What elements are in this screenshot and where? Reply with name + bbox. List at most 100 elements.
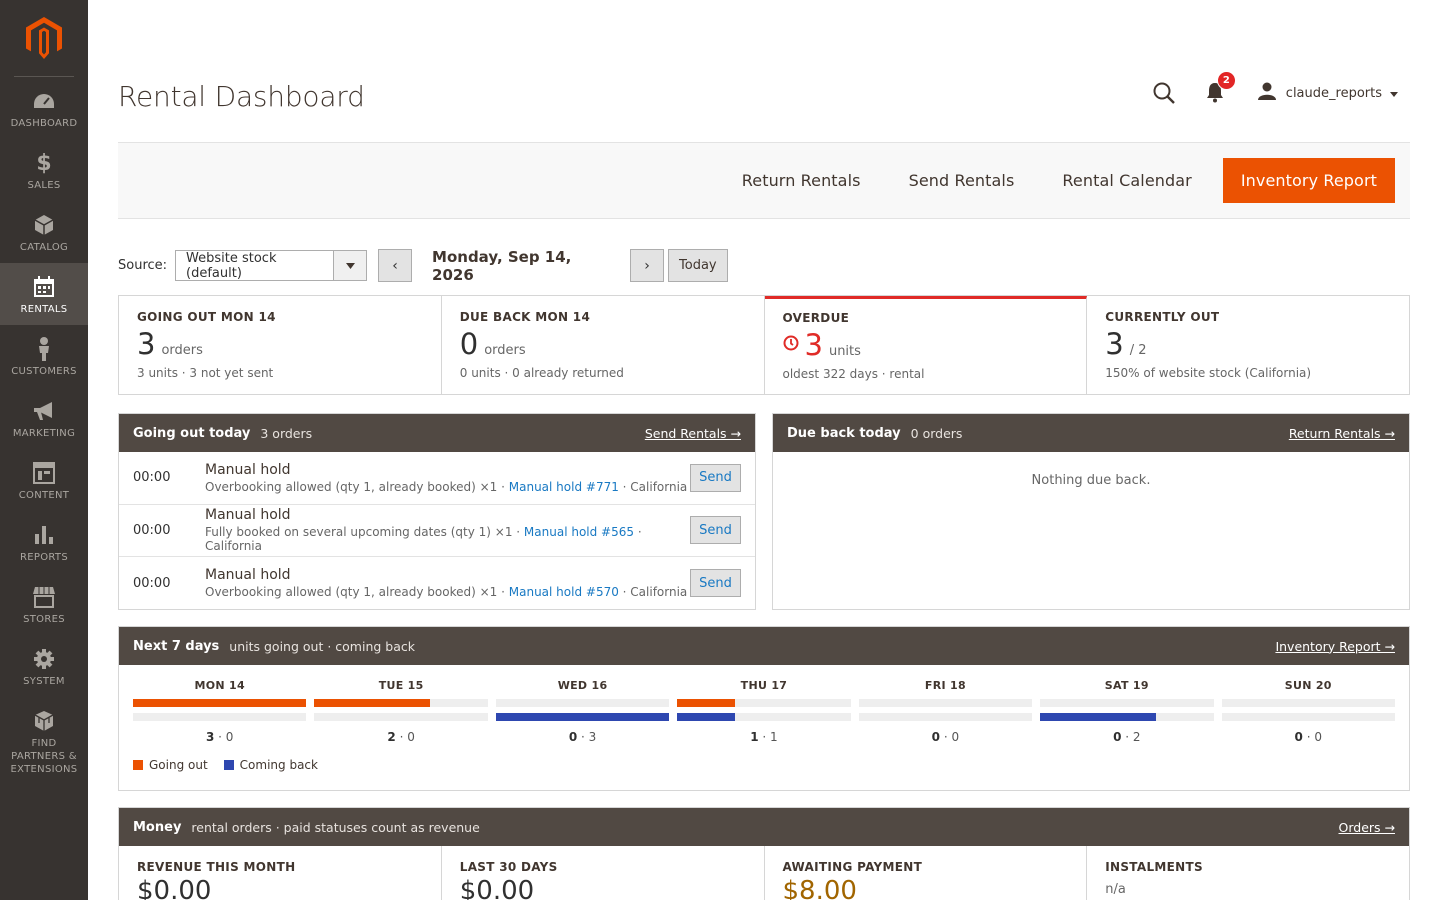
source-label: Source: <box>118 258 168 273</box>
day-label: MON 14 <box>194 679 245 692</box>
current-date: Monday, Sep 14, 2026 <box>432 247 572 284</box>
day-label: THU 17 <box>740 679 788 692</box>
magento-logo[interactable] <box>0 0 88 76</box>
sidebar-item-label: REPORTS <box>20 552 68 563</box>
stat-value: $8.00 <box>782 876 857 900</box>
stat-label: OVERDUE <box>782 311 850 325</box>
stat-overdue: OVERDUE 3 units oldest 322 days · rental <box>764 296 1088 394</box>
stat-number: 0 <box>459 327 479 361</box>
list-item: 00:00 Manual hold Overbooking allowed (q… <box>119 557 755 610</box>
panel-title: Going out today <box>133 425 251 441</box>
return-rentals-link[interactable]: Return Rentals → <box>1289 426 1395 441</box>
sidebar-item-marketing[interactable]: MARKETING <box>0 387 88 449</box>
day-column: SUN 20 0 · 0 <box>1221 679 1395 744</box>
coming-back-fill <box>495 713 670 721</box>
stat-number: 3 <box>1105 327 1124 361</box>
sidebar-item-dashboard[interactable]: DASHBOARD <box>0 77 88 139</box>
bell-icon <box>1206 83 1224 107</box>
going-out-bar <box>133 699 307 707</box>
legend-label: Coming back <box>239 758 318 772</box>
row-title: Manual hold <box>205 461 291 478</box>
sidebar-item-reports[interactable]: REPORTS <box>0 511 88 573</box>
stat-number: 3 <box>804 328 823 362</box>
sidebar-item-label: DASHBOARD <box>10 118 78 129</box>
user-menu[interactable]: claude_reports <box>1257 82 1398 104</box>
summary-stats: GOING OUT MON 14 3 orders 3 units · 3 not… <box>118 295 1410 395</box>
money-panel: Money rental orders · paid statuses coun… <box>118 807 1410 900</box>
manual-hold-link[interactable]: Manual hold #570 <box>509 585 619 599</box>
source-select-value: Website stock (default) <box>186 250 277 281</box>
send-button[interactable]: Send <box>690 569 741 598</box>
manual-hold-link[interactable]: Manual hold #565 <box>524 525 634 539</box>
stat-value: $0.00 <box>137 876 212 900</box>
row-desc-text: Overbooking allowed (qty 1, already book… <box>205 585 509 600</box>
legend-label: Going out <box>149 758 208 772</box>
sidebar-item-customers[interactable]: CUSTOMERS <box>0 325 88 387</box>
sidebar-item-partners[interactable]: FIND PARTNERS & EXTENSIONS <box>0 697 88 777</box>
going-out-bar <box>1040 699 1214 707</box>
today-button[interactable]: Today <box>668 249 728 282</box>
gear-icon <box>32 647 56 671</box>
stat-subtext: 150% of website stock (California) <box>1105 366 1312 380</box>
panel-header: Due back today 0 orders Return Rentals → <box>773 414 1409 452</box>
day-label: SAT 19 <box>1104 679 1149 692</box>
rental-calendar-button[interactable]: Rental Calendar <box>1062 171 1191 190</box>
panel-subtitle: 3 orders <box>260 425 313 441</box>
going-out-bar <box>495 699 670 707</box>
legend-swatch <box>223 760 234 770</box>
going-out-bar <box>858 699 1033 707</box>
sidebar-item-rentals[interactable]: RENTALS <box>0 263 88 325</box>
panel-header: Going out today 3 orders Send Rentals → <box>119 414 755 452</box>
sidebar-item-sales[interactable]: $ SALES <box>0 139 88 201</box>
stat-number: 3 <box>137 327 156 361</box>
going-out-fill <box>677 699 736 707</box>
next-day-button[interactable]: › <box>630 249 665 282</box>
manual-hold-link[interactable]: Manual hold #771 <box>509 480 619 494</box>
stat-going-out: GOING OUT MON 14 3 orders 3 units · 3 not… <box>119 296 442 394</box>
inventory-report-button[interactable]: Inventory Report <box>1222 158 1395 203</box>
send-rentals-link[interactable]: Send Rentals → <box>645 426 741 441</box>
row-location: · California <box>618 585 688 600</box>
megaphone-icon <box>32 399 56 423</box>
inventory-report-link[interactable]: Inventory Report → <box>1275 639 1395 654</box>
sidebar-item-catalog[interactable]: CATALOG <box>0 201 88 263</box>
stat-unit: / 2 <box>1129 343 1147 358</box>
coming-back-bar <box>495 713 670 721</box>
source-select[interactable]: Website stock (default) <box>175 250 368 281</box>
day-count: 2 · 0 <box>387 730 415 744</box>
user-icon <box>1257 82 1276 104</box>
orders-link[interactable]: Orders → <box>1339 820 1395 835</box>
sidebar-item-label: CONTENT <box>18 490 70 501</box>
send-button[interactable]: Send <box>690 463 741 492</box>
sidebar-item-stores[interactable]: STORES <box>0 573 88 635</box>
legend-coming-back: Coming back <box>223 758 318 772</box>
search-icon[interactable] <box>1152 81 1176 105</box>
notifications-button[interactable]: 2 <box>1206 71 1236 107</box>
going-out-panel: Going out today 3 orders Send Rentals → … <box>118 413 756 610</box>
send-button[interactable]: Send <box>690 516 741 545</box>
coming-back-bar <box>1221 713 1395 721</box>
coming-back-fill <box>677 713 736 721</box>
panel-subtitle: rental orders · paid statuses count as r… <box>191 819 480 835</box>
row-desc-text: Fully booked on several upcoming dates (… <box>205 525 524 540</box>
panel-title: Next 7 days <box>133 638 220 654</box>
sidebar-item-system[interactable]: SYSTEM <box>0 635 88 697</box>
sidebar-item-content[interactable]: CONTENT <box>0 449 88 511</box>
send-rentals-button[interactable]: Send Rentals <box>909 171 1015 190</box>
list-item: 00:00 Manual hold Overbooking allowed (q… <box>119 452 755 505</box>
stat-unit: orders <box>161 343 203 358</box>
admin-sidebar: DASHBOARD $ SALES CATALOG RENTALS CUSTOM… <box>0 0 88 900</box>
stat-value: n/a <box>1105 882 1126 897</box>
stat-revenue-month: REVENUE THIS MONTH $0.00 <box>119 846 442 900</box>
return-rentals-button[interactable]: Return Rentals <box>742 171 861 190</box>
empty-message: Nothing due back. <box>1031 473 1151 488</box>
cube-icon <box>32 709 56 733</box>
stat-label: REVENUE THIS MONTH <box>137 860 296 874</box>
username: claude_reports <box>1285 85 1382 101</box>
stat-label: DUE BACK MON 14 <box>459 310 591 324</box>
coming-back-bar <box>677 713 851 721</box>
row-title: Manual hold <box>205 567 291 584</box>
stat-currently-out: CURRENTLY OUT 3 / 2 150% of website stock… <box>1087 296 1409 394</box>
prev-day-button[interactable]: ‹ <box>378 249 413 282</box>
day-count: 0 · 2 <box>1113 730 1141 744</box>
